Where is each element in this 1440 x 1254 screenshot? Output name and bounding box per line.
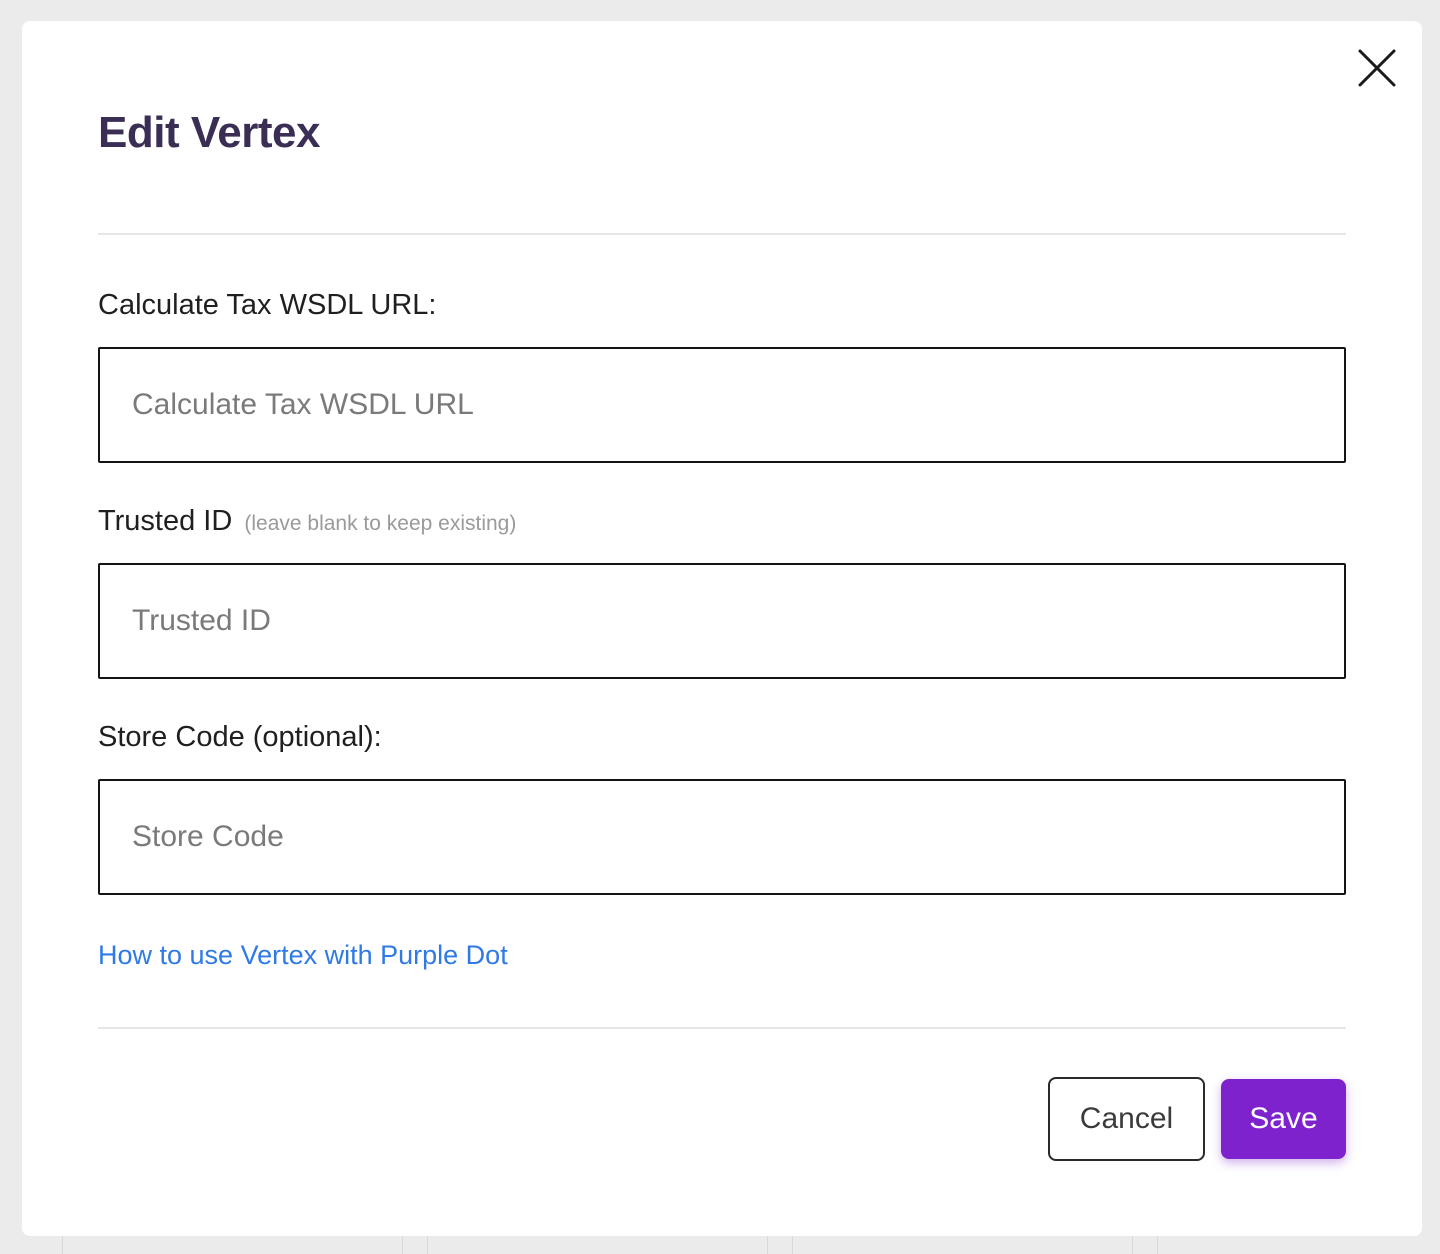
backdrop-divider [402, 1236, 403, 1254]
edit-vertex-dialog: Edit Vertex Calculate Tax WSDL URL: Trus… [22, 21, 1422, 1236]
store-code-input[interactable] [98, 779, 1346, 895]
trusted-id-hint: (leave blank to keep existing) [244, 512, 517, 535]
close-button[interactable] [1356, 47, 1398, 89]
cancel-button[interactable]: Cancel [1048, 1077, 1205, 1161]
backdrop-divider [792, 1236, 793, 1254]
backdrop-divider [767, 1236, 768, 1254]
header-divider [98, 233, 1346, 235]
backdrop-divider [427, 1236, 428, 1254]
vertex-help-link[interactable]: How to use Vertex with Purple Dot [98, 937, 508, 973]
backdrop-divider [62, 1236, 63, 1254]
store-code-label: Store Code (optional): [98, 721, 382, 753]
wsdl-url-label: Calculate Tax WSDL URL: [98, 289, 437, 321]
close-icon [1358, 49, 1396, 87]
wsdl-url-input[interactable] [98, 347, 1346, 463]
dialog-title: Edit Vertex [98, 108, 320, 157]
trusted-id-input[interactable] [98, 563, 1346, 679]
trusted-id-label: Trusted ID [98, 505, 233, 537]
save-button[interactable]: Save [1221, 1079, 1346, 1159]
footer-divider [98, 1027, 1346, 1029]
backdrop-divider [1132, 1236, 1133, 1254]
backdrop-divider [1157, 1236, 1158, 1254]
trusted-id-label-row: Trusted ID (leave blank to keep existing… [98, 503, 516, 542]
